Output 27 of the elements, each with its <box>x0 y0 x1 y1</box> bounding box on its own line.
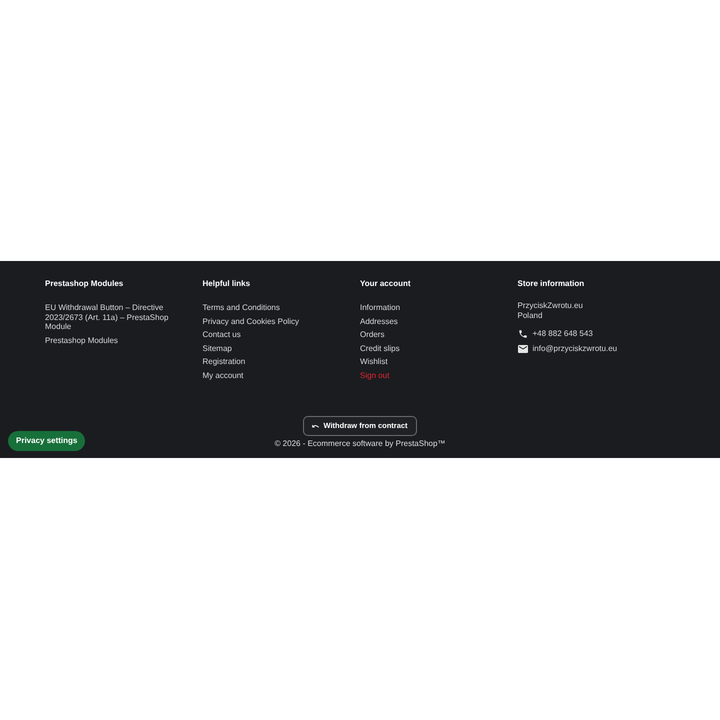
column-heading: Helpful links <box>202 279 252 289</box>
privacy-settings-button[interactable]: Privacy settings <box>8 431 86 451</box>
footer-link[interactable]: Addresses <box>360 316 398 326</box>
footer-link[interactable]: My account <box>202 370 244 380</box>
footer-link[interactable]: Orders <box>360 330 384 340</box>
footer-link[interactable]: EU Withdrawal Button – Directive 2023/2673 (Art. 11a) – PrestaShop Module <box>45 303 188 332</box>
footer-link[interactable]: Wishlist <box>360 357 388 366</box>
footer-link[interactable]: Sign out <box>360 370 390 380</box>
column-heading: Your account <box>360 279 412 289</box>
footer-link[interactable]: Contact us <box>202 330 241 340</box>
footer-link[interactable]: Sitemap <box>202 344 232 353</box>
column-heading: Prestashop Modules <box>45 279 124 289</box>
contact-text: info@przyciskzwrotu.eu <box>532 344 618 354</box>
contact-text: +48 882 648 543 <box>532 329 593 339</box>
copyright-text: © 2026 - Ecommerce software by PrestaShop™ <box>274 439 446 449</box>
address-line: Poland <box>518 311 542 321</box>
undo-arrow-icon <box>312 424 320 428</box>
footer-link[interactable]: Credit slips <box>360 344 400 353</box>
footer-link[interactable]: Terms and Conditions <box>202 303 280 312</box>
column-heading: Store information <box>518 279 586 289</box>
address-line: PrzyciskZwrotu.eu <box>518 301 583 311</box>
footer-link[interactable]: Privacy and Cookies Policy <box>202 316 299 326</box>
footer-link[interactable]: Information <box>360 303 400 312</box>
phone-icon <box>518 329 528 339</box>
footer-link[interactable]: Prestashop Modules <box>45 336 118 345</box>
envelope-icon <box>518 345 528 353</box>
footer-link[interactable]: Registration <box>202 357 246 366</box>
